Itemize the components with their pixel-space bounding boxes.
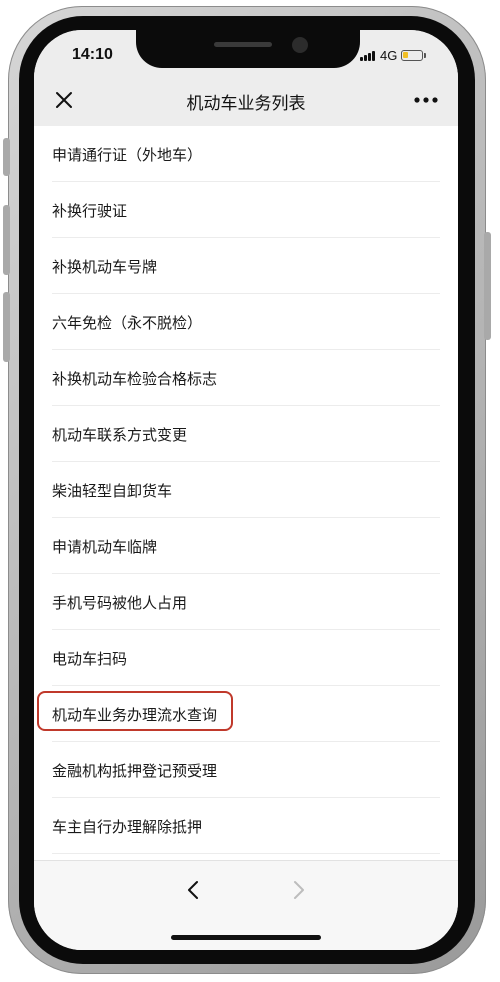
earpiece-speaker bbox=[214, 42, 272, 47]
volume-down-button bbox=[3, 292, 10, 362]
status-indicators: 4G bbox=[360, 47, 427, 63]
list-item-highlighted[interactable]: 机动车业务办理流水查询 bbox=[37, 686, 440, 742]
list-item[interactable]: 金融机构抵押登记预受理 bbox=[52, 742, 440, 798]
list-item-label: 手机号码被他人占用 bbox=[52, 594, 188, 612]
list-item-label: 补换行驶证 bbox=[52, 202, 128, 220]
notch bbox=[136, 30, 360, 68]
list-item-label: 金融机构抵押登记预受理 bbox=[52, 762, 218, 780]
power-button bbox=[484, 232, 491, 340]
battery-icon bbox=[401, 49, 424, 61]
list-item[interactable]: 车主自行办理解除抵押 bbox=[52, 798, 440, 854]
list-item[interactable]: 补换机动车号牌 bbox=[52, 238, 440, 294]
list-item[interactable]: 手机号码被他人占用 bbox=[52, 574, 440, 630]
front-camera-icon bbox=[292, 37, 308, 53]
mute-switch bbox=[3, 138, 10, 176]
list-item[interactable]: 申请机动车临牌 bbox=[52, 518, 440, 574]
status-time: 14:10 bbox=[72, 46, 113, 63]
list-item-label: 补换机动车号牌 bbox=[52, 258, 158, 276]
list-item-label: 电动车扫码 bbox=[52, 650, 128, 668]
list-item-label: 机动车联系方式变更 bbox=[52, 426, 188, 444]
list-item-label: 六年免检（永不脱检） bbox=[52, 314, 203, 332]
volume-up-button bbox=[3, 205, 10, 275]
network-type: 4G bbox=[380, 47, 398, 63]
list-item[interactable]: 补换机动车检验合格标志 bbox=[52, 350, 440, 406]
page-title: 机动车业务列表 bbox=[186, 94, 306, 114]
chevron-right-icon[interactable] bbox=[283, 875, 313, 905]
list-item[interactable]: 柴油轻型自卸货车 bbox=[52, 462, 440, 518]
list-item[interactable]: 电动车扫码 bbox=[52, 630, 440, 686]
service-list: 申请通行证（外地车） 补换行驶证补换机动车号牌六年免检（永不脱检） 补换机动车检验合… bbox=[34, 126, 458, 854]
home-indicator bbox=[171, 935, 321, 940]
battery-level bbox=[403, 51, 409, 58]
list-item[interactable]: 补换行驶证 bbox=[52, 182, 440, 238]
more-dots-icon[interactable] bbox=[412, 88, 440, 112]
list-item-label: 申请机动车临牌 bbox=[52, 538, 158, 556]
list-item[interactable]: 机动车联系方式变更 bbox=[52, 406, 440, 462]
list-item-label: 申请通行证（外地车） bbox=[52, 146, 203, 164]
list-item-label: 机动车业务办理流水查询 bbox=[52, 706, 218, 724]
browser-toolbar bbox=[34, 860, 458, 950]
list-item-label: 车主自行办理解除抵押 bbox=[52, 818, 203, 836]
battery-tip bbox=[424, 52, 427, 58]
list-item[interactable]: 六年免检（永不脱检） bbox=[52, 294, 440, 350]
chevron-left-icon[interactable] bbox=[179, 875, 209, 905]
navigation-bar: 机动车业务列表 bbox=[34, 74, 458, 126]
phone-screen: 14:10 4G 机动车业务列表 申请通行证（外地车） 补换行驶证 补换机动车号… bbox=[34, 30, 458, 950]
list-item[interactable]: 申请通行证（外地车） bbox=[52, 126, 440, 182]
list-item-label: 柴油轻型自卸货车 bbox=[52, 482, 173, 500]
list-item-label: 补换机动车检验合格标志 bbox=[52, 370, 218, 388]
signal-strength-icon bbox=[360, 50, 376, 61]
